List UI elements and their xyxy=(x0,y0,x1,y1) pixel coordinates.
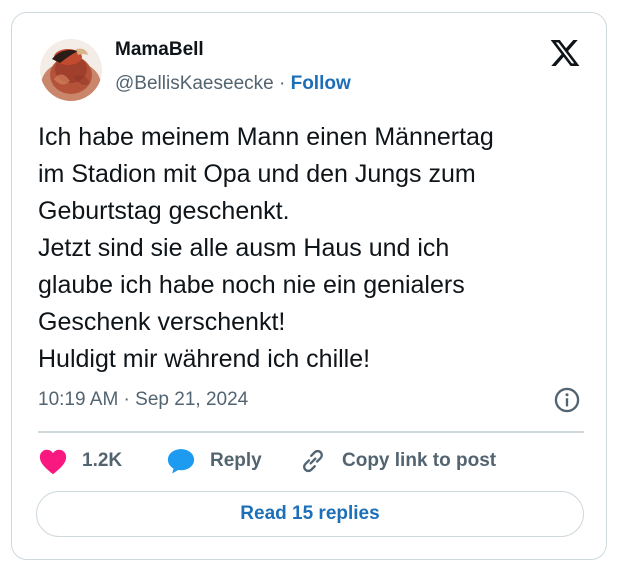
avatar-image xyxy=(40,39,102,101)
tweet-text-line: Ich habe meinem Mann einen Männertag xyxy=(38,123,494,151)
read-replies-label: Read 15 replies xyxy=(240,503,380,524)
handle-separator: · xyxy=(278,73,286,94)
handle-row: @BellisKaeseecke · Follow xyxy=(115,73,351,95)
heart-icon xyxy=(39,449,67,475)
tweet-text-line: Jetzt sind sie alle ausm Haus und ich xyxy=(38,234,450,262)
tweet-text-line: im Stadion mit Opa und den Jungs zum xyxy=(38,160,476,188)
copy-link-label: Copy link to post xyxy=(342,450,497,471)
copy-link-button[interactable]: Copy link to post xyxy=(298,446,496,476)
reply-button[interactable]: Reply xyxy=(166,446,262,476)
timestamp[interactable]: 10:19 AM · Sep 21, 2024 xyxy=(38,389,248,411)
author-handle[interactable]: @BellisKaeseecke xyxy=(115,73,274,94)
like-count: 1.2K xyxy=(82,450,123,471)
divider xyxy=(38,431,584,433)
link-icon xyxy=(303,449,323,473)
display-name[interactable]: MamaBell xyxy=(115,39,204,61)
avatar[interactable] xyxy=(40,39,102,101)
speech-bubble-icon xyxy=(167,449,195,474)
x-logo-icon[interactable] xyxy=(549,37,581,69)
tweet-text-line: Geburtstag geschenkt. xyxy=(38,197,290,225)
read-replies-button[interactable]: Read 15 replies xyxy=(36,491,584,537)
info-icon[interactable] xyxy=(553,386,581,414)
reply-label: Reply xyxy=(210,450,262,471)
tweet-text-line: Geschenk verschenkt! xyxy=(38,308,286,336)
follow-button[interactable]: Follow xyxy=(291,73,351,94)
tweet-text-line: glaube ich habe noch nie ein genialers xyxy=(38,271,465,299)
tweet-card: MamaBell @BellisKaeseecke · Follow Ich h… xyxy=(11,12,607,560)
tweet-text-line: Huldigt mir während ich chille! xyxy=(38,345,371,373)
tweet-text: Ich habe meinem Mann einen Männertag im … xyxy=(38,119,598,378)
like-button[interactable]: 1.2K xyxy=(38,446,122,476)
